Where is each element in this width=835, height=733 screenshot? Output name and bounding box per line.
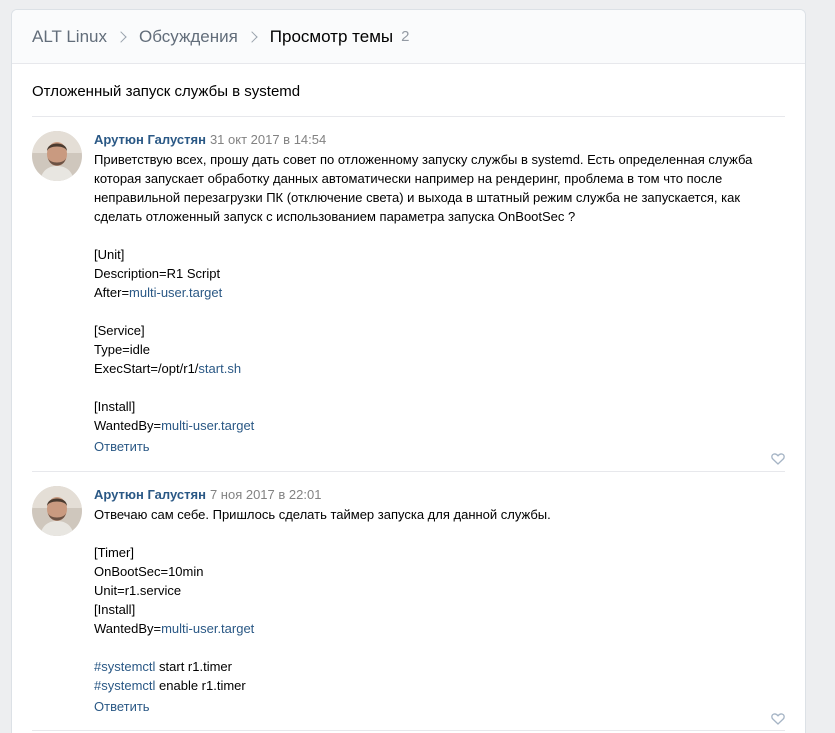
inline-link[interactable]: multi-user.target — [161, 418, 254, 433]
author-name[interactable]: Арутюн Галустян — [94, 487, 206, 502]
discussion-card: ALT Linux Обсуждения Просмотр темы 2 Отл… — [11, 9, 806, 733]
divider — [32, 471, 785, 472]
post-text-segment: OnBootSec=10min — [94, 564, 204, 579]
post-text-segment: неправильной перезагрузки ПК (отключение… — [94, 190, 741, 205]
post-text-segment: [Service] — [94, 323, 145, 338]
topic-title: Отложенный запуск службы в systemd — [32, 83, 301, 100]
breadcrumb-discussions[interactable]: Обсуждения — [139, 27, 238, 47]
user-avatar[interactable] — [32, 131, 82, 181]
inline-link[interactable]: multi-user.target — [129, 285, 222, 300]
post-text-segment: которая запускает обработку данных автом… — [94, 171, 723, 186]
inline-link[interactable]: #systemctl — [94, 678, 155, 693]
divider — [32, 116, 785, 117]
post-text-segment: [Install] — [94, 399, 136, 414]
post-text-segment: Отвечаю сам себе. Пришлось сделать тайме… — [94, 507, 551, 522]
heart-icon[interactable] — [771, 453, 785, 465]
post-text-segment: Type=idle — [94, 342, 151, 357]
reply-button[interactable]: Ответить — [94, 437, 785, 456]
reply-button[interactable]: Ответить — [94, 697, 785, 716]
inline-link[interactable]: start.sh — [198, 361, 241, 376]
heart-icon[interactable] — [771, 713, 785, 725]
post-text-segment: ExecStart=/opt/r1/ — [94, 361, 199, 376]
chevron-right-icon — [246, 30, 258, 43]
post-text-segment: WantedBy= — [94, 418, 162, 433]
author-name[interactable]: Арутюн Галустян — [94, 132, 206, 147]
user-avatar[interactable] — [32, 486, 82, 536]
post-text-segment: [Timer] — [94, 545, 134, 560]
breadcrumb: ALT Linux Обсуждения Просмотр темы 2 — [12, 10, 805, 64]
post-count-badge: 2 — [401, 28, 410, 45]
post-text-segment: enable r1.timer — [155, 678, 246, 693]
post-date[interactable]: 7 ноя 2017 в 22:01 — [210, 487, 321, 502]
breadcrumb-community[interactable]: ALT Linux — [32, 27, 107, 47]
post-date[interactable]: 31 окт 2017 в 14:54 — [210, 132, 326, 147]
chevron-right-icon — [115, 30, 127, 43]
post-text-segment: сделать отложенный запуск с использовани… — [94, 209, 576, 224]
post-text-segment: Unit=r1.service — [94, 583, 182, 598]
post-text-segment: WantedBy= — [94, 621, 162, 636]
inline-link[interactable]: #systemctl — [94, 659, 155, 674]
post-text-segment: start r1.timer — [155, 659, 232, 674]
post-text: Отвечаю сам себе. Пришлось сделать тайме… — [94, 505, 785, 695]
post-text-segment: After= — [94, 285, 130, 300]
post-text-segment: [Install] — [94, 602, 136, 617]
post-text: Приветствую всех, прошу дать совет по от… — [94, 150, 785, 435]
inline-link[interactable]: multi-user.target — [161, 621, 254, 636]
divider — [32, 730, 785, 731]
breadcrumb-current: Просмотр темы — [269, 26, 394, 46]
post-text-segment: Приветствую всех, прошу дать совет по от… — [94, 152, 753, 167]
post-text-segment: Description=R1 Script — [94, 266, 221, 281]
post-text-segment: [Unit] — [94, 247, 125, 262]
